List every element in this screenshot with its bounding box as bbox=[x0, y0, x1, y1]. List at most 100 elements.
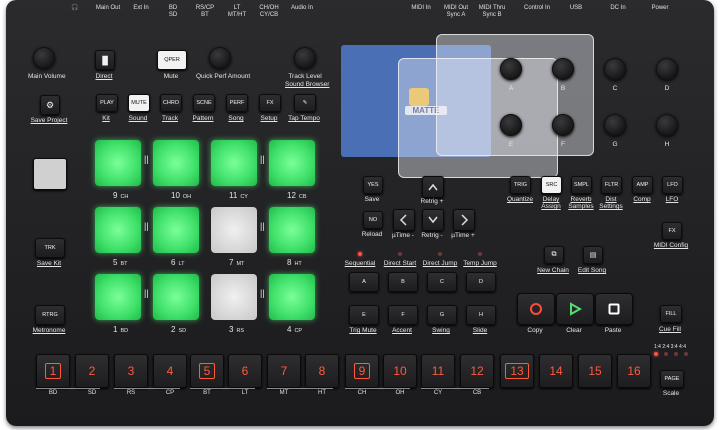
quick-perf-knob[interactable] bbox=[209, 47, 231, 69]
mode-button[interactable]: PERF bbox=[226, 94, 248, 112]
drum-pad[interactable] bbox=[153, 274, 199, 320]
function-button[interactable]: LFO bbox=[662, 176, 683, 194]
function-label: LFO bbox=[665, 196, 679, 203]
qper-button[interactable]: QPER bbox=[157, 50, 187, 70]
function-button[interactable]: TRIG bbox=[510, 176, 531, 194]
no-button[interactable]: NO bbox=[363, 211, 383, 229]
direct-button[interactable]: ▐▌ bbox=[95, 50, 115, 70]
pad-label: 1 BD bbox=[113, 325, 128, 334]
drum-pad[interactable] bbox=[211, 207, 257, 253]
mode-button[interactable]: SCNE bbox=[193, 94, 215, 112]
step-button[interactable]: 7 bbox=[267, 354, 301, 388]
pad-number: 11 bbox=[229, 191, 238, 200]
step-button[interactable]: 1 bbox=[36, 354, 70, 388]
step-button[interactable]: 6 bbox=[228, 354, 262, 388]
function-button[interactable]: AMP bbox=[632, 176, 653, 194]
step-button[interactable]: 5 bbox=[190, 354, 224, 388]
mode-button[interactable]: ✎ bbox=[294, 94, 316, 112]
mode-button[interactable]: MUTE bbox=[128, 94, 150, 112]
step-button[interactable]: 11 bbox=[421, 354, 455, 388]
port-label: Audio In bbox=[290, 5, 314, 11]
step-button[interactable]: 16 bbox=[617, 354, 651, 388]
waveform-icon: ▐▌ bbox=[99, 55, 111, 65]
main-volume-knob[interactable] bbox=[33, 47, 55, 69]
encoder-knob[interactable] bbox=[604, 58, 626, 80]
encoder-knob[interactable] bbox=[656, 114, 678, 136]
step-button[interactable]: 3 bbox=[114, 354, 148, 388]
encoder-knob[interactable] bbox=[552, 58, 574, 80]
right-arrow-button[interactable] bbox=[453, 209, 475, 231]
function-button[interactable]: SMPL bbox=[571, 176, 592, 194]
step-button[interactable]: 10 bbox=[383, 354, 417, 388]
function-button[interactable]: SRC bbox=[541, 176, 562, 194]
step-button[interactable]: 8 bbox=[305, 354, 339, 388]
encoder-knob[interactable] bbox=[604, 114, 626, 136]
drum-pad[interactable] bbox=[269, 140, 315, 186]
drum-pad[interactable] bbox=[269, 274, 315, 320]
step-button[interactable]: 2 bbox=[75, 354, 109, 388]
encoder-knob[interactable] bbox=[500, 58, 522, 80]
stop-button[interactable] bbox=[595, 293, 633, 325]
encoder-label: C bbox=[612, 85, 618, 92]
mode-button[interactable]: CHRO bbox=[160, 94, 182, 112]
edit-song-button[interactable]: ▤ bbox=[583, 246, 603, 264]
mode-button[interactable]: PLAY bbox=[96, 94, 118, 112]
drum-pad[interactable] bbox=[153, 207, 199, 253]
play-button[interactable] bbox=[556, 293, 594, 325]
drum-pad[interactable] bbox=[95, 207, 141, 253]
pad-label: 8 HT bbox=[287, 258, 302, 267]
drum-pad[interactable] bbox=[95, 140, 141, 186]
up-arrow-button[interactable] bbox=[422, 176, 444, 198]
paste-label: Paste bbox=[604, 327, 622, 334]
pattern-button[interactable]: C bbox=[427, 272, 457, 292]
trk-button[interactable]: TRK bbox=[35, 238, 65, 258]
step-button[interactable]: 9 bbox=[345, 354, 379, 388]
down-arrow-button[interactable] bbox=[422, 209, 444, 231]
large-white-button[interactable] bbox=[33, 158, 67, 190]
pattern-button[interactable]: D bbox=[466, 272, 496, 292]
encoder-knob[interactable] bbox=[552, 114, 574, 136]
midi-config-label: MIDI Config bbox=[653, 242, 689, 249]
step-button[interactable]: 4 bbox=[153, 354, 187, 388]
page-button[interactable]: PAGE bbox=[660, 370, 684, 388]
pad-name: BT bbox=[120, 261, 128, 267]
mode-label: Sound bbox=[128, 115, 148, 122]
fx-button[interactable]: FX bbox=[662, 222, 682, 240]
save-project-button[interactable]: ⚙ bbox=[40, 95, 60, 115]
pad-number: 2 bbox=[171, 325, 176, 334]
drum-pad[interactable] bbox=[269, 207, 315, 253]
step-button[interactable]: 13 bbox=[500, 354, 534, 388]
step-button[interactable]: 15 bbox=[578, 354, 612, 388]
pad-name: RS bbox=[236, 328, 245, 334]
pattern-button[interactable]: G bbox=[427, 305, 457, 325]
drum-pad[interactable] bbox=[95, 274, 141, 320]
encoder-knob[interactable] bbox=[500, 114, 522, 136]
drum-pad[interactable] bbox=[211, 274, 257, 320]
pad-number: 6 bbox=[171, 258, 176, 267]
yes-button[interactable]: YES bbox=[363, 176, 383, 194]
step-button[interactable]: 14 bbox=[539, 354, 573, 388]
pattern-button[interactable]: F bbox=[388, 305, 418, 325]
step-group-line bbox=[345, 388, 410, 389]
encoder-knob[interactable] bbox=[656, 58, 678, 80]
port-label: Control In bbox=[523, 5, 550, 11]
drum-pad[interactable] bbox=[153, 140, 199, 186]
new-chain-button[interactable]: ⧉ bbox=[544, 246, 564, 264]
mode-button[interactable]: FX bbox=[259, 94, 281, 112]
pattern-button[interactable]: H bbox=[466, 305, 496, 325]
stop-record-button[interactable] bbox=[517, 293, 555, 325]
step-label: RS bbox=[126, 390, 136, 396]
drum-pad[interactable] bbox=[211, 140, 257, 186]
track-level-knob[interactable] bbox=[294, 47, 316, 69]
pad-number: 4 bbox=[287, 325, 292, 334]
pattern-button[interactable]: E bbox=[349, 305, 379, 325]
step-button[interactable]: 12 bbox=[460, 354, 494, 388]
function-button[interactable]: FLTR bbox=[601, 176, 622, 194]
fill-button[interactable]: FILL bbox=[660, 305, 682, 323]
pattern-button[interactable]: B bbox=[388, 272, 418, 292]
pattern-button[interactable]: A bbox=[349, 272, 379, 292]
pad-name: OH bbox=[182, 194, 192, 200]
pad-label: 6 LT bbox=[171, 258, 184, 267]
left-arrow-button[interactable] bbox=[393, 209, 415, 231]
rtrg-button[interactable]: RTRG bbox=[35, 305, 65, 325]
